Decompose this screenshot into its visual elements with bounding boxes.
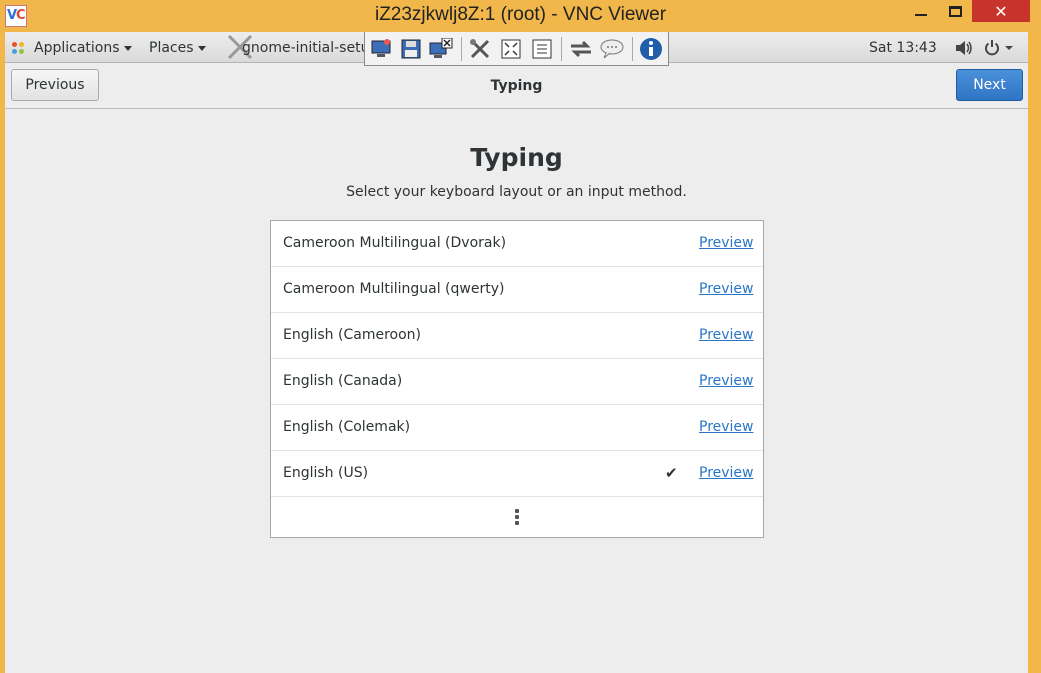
layout-label: English (Cameroon) (283, 327, 421, 343)
disconnect-icon (429, 38, 453, 58)
info-icon (640, 38, 662, 60)
setup-header: Previous Typing Next (5, 63, 1028, 109)
layout-label: Cameroon Multilingual (Dvorak) (283, 235, 507, 251)
preview-link[interactable]: Preview (699, 419, 754, 435)
chevron-down-icon (123, 45, 132, 51)
list-item[interactable]: English (Canada) Preview (271, 359, 763, 405)
preview-link[interactable]: Preview (699, 465, 754, 481)
fullscreen-icon (501, 39, 521, 59)
vnc-window-titlebar: VC iZ23zjkwlj8Z:1 (root) - VNC Viewer ✕ (0, 0, 1041, 32)
list-item[interactable]: Cameroon Multilingual (qwerty) Preview (271, 267, 763, 313)
layout-label: English (US) (283, 465, 369, 481)
options-icon (470, 39, 490, 59)
chevron-down-icon (197, 45, 206, 51)
save-button[interactable] (398, 36, 424, 62)
toolbar-separator (632, 37, 633, 61)
more-layouts-button[interactable] (271, 497, 763, 537)
screen-button[interactable] (368, 36, 394, 62)
screen-icon (371, 39, 391, 57)
chat-icon (600, 39, 624, 59)
page-subtitle: Select your keyboard layout or an input … (346, 184, 687, 200)
maximize-button[interactable] (938, 0, 972, 22)
minimize-button[interactable] (904, 0, 938, 22)
checkmark-icon: ✔ (665, 464, 678, 482)
places-label: Places (149, 40, 194, 56)
clock[interactable]: Sat 13:43 (869, 40, 937, 56)
toolbar-separator (461, 37, 462, 61)
volume-icon[interactable] (955, 40, 973, 56)
close-button[interactable]: ✕ (972, 0, 1030, 22)
fullscreen-button[interactable] (498, 36, 524, 62)
places-menu[interactable]: Places (149, 40, 206, 56)
list-item[interactable]: English (Cameroon) Preview (271, 313, 763, 359)
applications-menu[interactable]: Applications (34, 40, 132, 56)
next-button[interactable]: Next (956, 69, 1023, 101)
power-icon[interactable] (984, 39, 1014, 57)
ctrl-alt-del-icon (532, 39, 552, 59)
toolbar-separator (561, 37, 562, 61)
active-window-title[interactable]: gnome-initial-setup (242, 40, 367, 56)
info-button[interactable] (638, 36, 664, 62)
list-item[interactable]: Cameroon Multilingual (Dvorak) Preview (271, 221, 763, 267)
keyboard-layout-list: Cameroon Multilingual (Dvorak) Preview C… (270, 220, 764, 538)
window-frame-edge (1028, 32, 1041, 673)
setup-content: Typing Select your keyboard layout or an… (5, 109, 1028, 673)
layout-label: Cameroon Multilingual (qwerty) (283, 281, 505, 297)
preview-link[interactable]: Preview (699, 281, 754, 297)
close-icon: ✕ (994, 1, 1008, 21)
transfer-icon (571, 40, 591, 58)
ctrl-alt-del-button[interactable] (529, 36, 555, 62)
page-title: Typing (470, 143, 563, 172)
disconnect-button[interactable] (428, 36, 454, 62)
preview-link[interactable]: Preview (699, 373, 754, 389)
layout-label: English (Canada) (283, 373, 403, 389)
more-icon (515, 509, 519, 527)
preview-link[interactable]: Preview (699, 327, 754, 343)
transfer-button[interactable] (568, 36, 594, 62)
maximize-icon (948, 5, 962, 17)
options-button[interactable] (467, 36, 493, 62)
applications-icon (12, 42, 25, 55)
save-icon (401, 39, 421, 59)
preview-link[interactable]: Preview (699, 235, 754, 251)
minimize-icon (915, 14, 927, 16)
window-title: iZ23zjkwlj8Z:1 (root) - VNC Viewer (374, 4, 667, 25)
applications-label: Applications (34, 40, 120, 56)
list-item-selected[interactable]: English (US) ✔ Preview (271, 451, 763, 497)
header-title: Typing (490, 78, 543, 94)
vnc-toolbar (364, 32, 669, 66)
chat-button[interactable] (599, 36, 625, 62)
layout-label: English (Colemak) (283, 419, 411, 435)
list-item[interactable]: English (Colemak) Preview (271, 405, 763, 451)
